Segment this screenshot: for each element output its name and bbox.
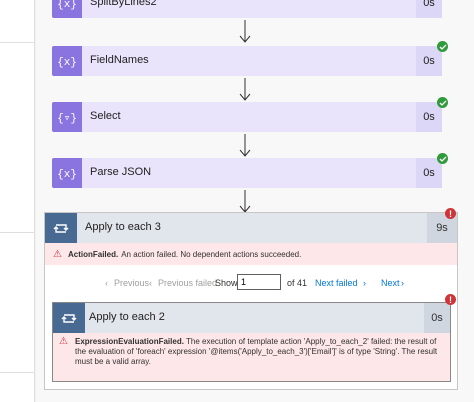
- chevron-left-icon: ‹: [105, 278, 108, 288]
- show-label: Show: [215, 278, 238, 288]
- chevron-left-icon: ‹: [149, 278, 152, 288]
- arrow-down-icon: [239, 20, 251, 43]
- filter-icon: {▿}: [52, 102, 82, 132]
- warning-icon: ⚠: [53, 248, 62, 260]
- chevron-right-icon[interactable]: ›: [401, 278, 404, 288]
- action-fieldnames[interactable]: {x} FieldNames 0s: [52, 46, 442, 76]
- expression-icon: {x}: [52, 0, 82, 18]
- success-check-icon: [437, 97, 448, 108]
- arrow-down-icon: [239, 134, 251, 157]
- arrow-down-icon: [239, 78, 251, 101]
- error-message: An action failed. No dependent actions s…: [121, 249, 302, 259]
- svg-text:{x}: {x}: [58, 57, 76, 69]
- action-select[interactable]: {▿} Select 0s: [52, 102, 442, 132]
- page-number-input[interactable]: [237, 274, 281, 290]
- apply-to-each-2-scope: Apply to each 2 0s ⚠ ExpressionEvaluatio…: [52, 302, 451, 382]
- svg-text:{x}: {x}: [58, 169, 76, 181]
- apply-to-each-3-scope: Apply to each 3 9s ⚠ ActionFailed. An ac…: [44, 212, 458, 390]
- error-title: ActionFailed.: [67, 249, 119, 259]
- left-pane: [0, 0, 35, 402]
- action-label: FieldNames: [90, 54, 149, 66]
- action-label: Parse JSON: [90, 166, 152, 178]
- action-parse-json[interactable]: {x} Parse JSON 0s: [52, 158, 442, 188]
- scope-label: Apply to each 3: [85, 221, 161, 233]
- action-splitbylines2[interactable]: {x} SplitByLines2 0s: [52, 0, 442, 18]
- page-total: of 41: [287, 278, 308, 288]
- error-badge-icon: !: [445, 208, 456, 219]
- expression-icon: {x}: [52, 46, 82, 76]
- action-label: Select: [90, 110, 121, 122]
- scope-error-bar: ⚠ ExpressionEvaluationFailed. The execut…: [53, 333, 450, 381]
- success-check-icon: [437, 153, 448, 164]
- chevron-right-icon[interactable]: ›: [363, 278, 366, 288]
- scope-label: Apply to each 2: [89, 311, 165, 323]
- apply-to-each-2-header[interactable]: Apply to each 2 0s: [53, 303, 450, 333]
- svg-text:{▿}: {▿}: [58, 113, 76, 125]
- iteration-pager: ‹ Previous ‹ Previous failed Show of 41 …: [45, 273, 457, 293]
- warning-icon: ⚠: [59, 336, 68, 347]
- svg-text:{x}: {x}: [58, 0, 76, 11]
- scope-duration: 0s: [424, 303, 450, 333]
- next-button[interactable]: Next: [381, 278, 400, 288]
- error-badge-icon: !: [445, 294, 456, 305]
- expression-icon: {x}: [52, 158, 82, 188]
- success-check-icon: [437, 41, 448, 52]
- arrow-down-icon: [239, 190, 251, 213]
- scope-error-bar: ⚠ ActionFailed. An action failed. No dep…: [45, 243, 457, 265]
- loop-icon: [45, 213, 77, 243]
- action-label: SplitByLines2: [90, 0, 157, 8]
- error-title: ExpressionEvaluationFailed.: [75, 337, 184, 346]
- action-duration: 0s: [416, 0, 442, 18]
- apply-to-each-3-header[interactable]: Apply to each 3 9s: [45, 213, 457, 243]
- previous-button[interactable]: Previous: [114, 278, 149, 288]
- next-failed-button[interactable]: Next failed: [315, 278, 358, 288]
- loop-icon: [53, 303, 85, 333]
- previous-failed-button[interactable]: Previous failed: [158, 278, 217, 288]
